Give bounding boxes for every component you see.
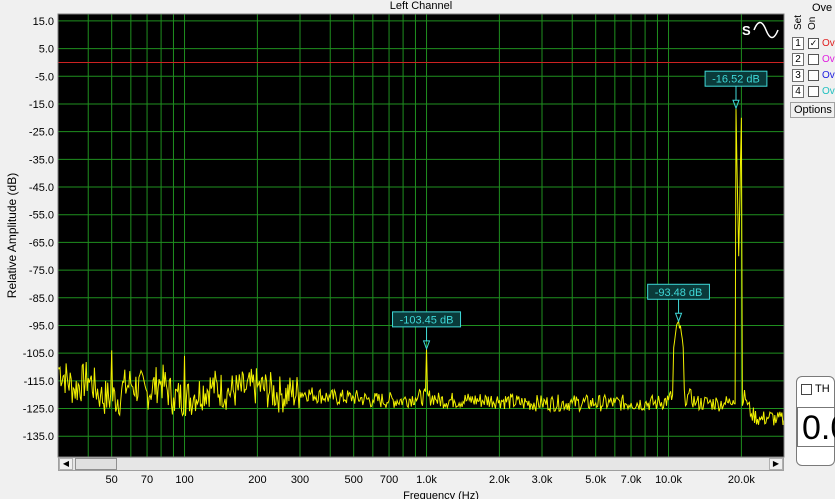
x-tick-label: 3.0k <box>532 474 553 486</box>
marker-label: -103.45 dB <box>400 314 454 326</box>
y-tick-label: -25.0 <box>29 127 54 139</box>
on-column-label: On <box>807 16 818 30</box>
y-tick-label: -15.0 <box>29 99 54 111</box>
y-tick-label: -55.0 <box>29 210 54 222</box>
options-button[interactable]: Options <box>790 102 835 118</box>
x-tick-label: 50 <box>106 474 118 486</box>
scroll-left-button[interactable]: ◀ <box>59 458 73 470</box>
x-tick-label: 7.0k <box>621 474 642 486</box>
overlay-header: Ove <box>812 2 833 14</box>
y-tick-label: -125.0 <box>23 404 54 416</box>
overlay-set-button[interactable]: 1 <box>792 37 804 50</box>
overlay-panel: Ove Set On 1✓Ov2Ov3Ov4Ov Options TH 0.0 <box>790 0 835 499</box>
x-tick-label: 10.0k <box>655 474 682 486</box>
overlay-row: 3 Ov <box>792 69 835 83</box>
y-tick-label: -115.0 <box>24 376 54 388</box>
overlay-row: 4 Ov <box>792 85 835 99</box>
x-tick-label: 300 <box>291 474 309 486</box>
y-tick-label: -45.0 <box>29 182 54 194</box>
y-tick-label: -135.0 <box>23 431 54 443</box>
y-tick-label: -75.0 <box>29 265 54 277</box>
thd-value: 0.0 <box>797 407 835 447</box>
x-tick-label: 5.0k <box>585 474 606 486</box>
overlay-label: Ov <box>822 86 835 97</box>
overlay-label: Ov <box>822 38 835 49</box>
marker-label: -93.48 dB <box>655 287 703 299</box>
overlay-set-button[interactable]: 2 <box>792 53 804 66</box>
y-tick-label: -65.0 <box>29 237 54 249</box>
svg-text:S: S <box>742 23 751 38</box>
thd-panel: TH 0.0 <box>796 376 835 466</box>
thd-title: TH <box>815 383 830 395</box>
scroll-thumb[interactable] <box>75 458 117 470</box>
y-tick-label: -95.0 <box>29 320 54 332</box>
x-tick-label: 100 <box>175 474 193 486</box>
y-tick-label: -85.0 <box>29 293 54 305</box>
plot-area: Left Channel 15.0 5.0 -5.0 -15.0 -25.0 -35.0-… <box>0 0 790 499</box>
x-tick-label: 200 <box>248 474 266 486</box>
x-tick-label: 700 <box>380 474 398 486</box>
overlay-label: Ov <box>822 54 835 65</box>
overlay-checkbox[interactable] <box>808 70 819 81</box>
marker-label: -16.52 dB <box>712 74 760 86</box>
y-tick-label: 5.0 <box>39 44 54 56</box>
overlay-label: Ov <box>822 70 835 81</box>
x-axis-label: Frequency (Hz) <box>403 490 479 499</box>
x-tick-label: 70 <box>141 474 153 486</box>
scroll-right-button[interactable]: ▶ <box>769 458 783 470</box>
horizontal-scrollbar[interactable]: ◀ ▶ <box>58 457 784 471</box>
overlay-row: 2 Ov <box>792 53 835 67</box>
overlay-set-button[interactable]: 3 <box>792 69 804 82</box>
y-tick-label: -5.0 <box>35 71 54 83</box>
overlay-checkbox[interactable] <box>808 54 819 65</box>
y-tick-label: -105.0 <box>23 348 54 360</box>
overlay-row: 1 ✓ Ov <box>792 37 835 51</box>
x-tick-label: 1.0k <box>416 474 437 486</box>
x-tick-label: 2.0k <box>489 474 510 486</box>
overlay-checkbox[interactable] <box>808 86 819 97</box>
window-icon <box>801 384 812 395</box>
overlay-checkbox[interactable]: ✓ <box>808 38 819 49</box>
x-tick-label: 20.0k <box>728 474 755 486</box>
y-tick-label: 15.0 <box>33 16 54 28</box>
y-axis-label: Relative Amplitude (dB) <box>5 173 19 298</box>
overlay-set-button[interactable]: 4 <box>792 85 804 98</box>
set-column-label: Set <box>793 14 804 30</box>
spectrum-chart: 15.0 5.0 -5.0 -15.0 -25.0 -35.0 -45.0 -55.0 -65.… <box>5 13 785 499</box>
x-tick-label: 500 <box>345 474 363 486</box>
y-tick-label: -35.0 <box>29 154 54 166</box>
